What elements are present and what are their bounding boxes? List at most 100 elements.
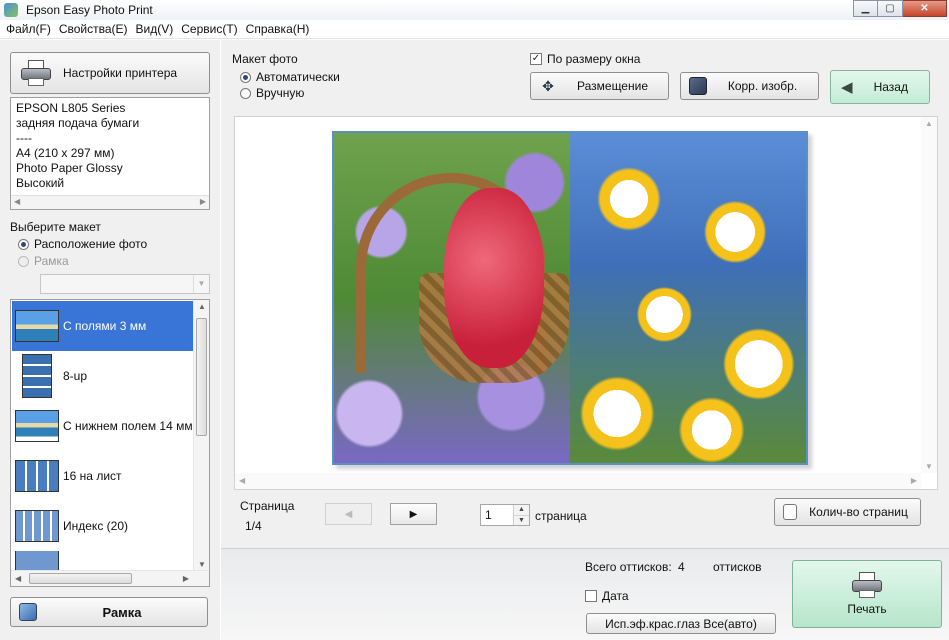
layout-thumbnail xyxy=(22,354,52,398)
layout-thumbnail xyxy=(15,551,59,571)
menu-tools[interactable]: Сервис(T) xyxy=(179,20,243,38)
bottom-panel: Всего оттисков: 4 оттисков Дата Исп.эф.к… xyxy=(221,548,949,640)
layout-thumbnail xyxy=(15,410,59,442)
frame-button-label: Рамка xyxy=(102,604,142,620)
printer-info-line: Высокий xyxy=(16,176,65,190)
page-number-spinner[interactable]: 1 ▲ ▼ xyxy=(480,504,530,526)
scroll-down-icon[interactable]: ▼ xyxy=(925,462,933,471)
printer-info-scrollbar[interactable]: ◀ ▶ xyxy=(11,195,209,209)
move-arrows-icon: ✥ xyxy=(542,78,554,94)
minimize-button[interactable]: ▁ xyxy=(853,0,878,17)
back-button[interactable]: ◀ Назад xyxy=(830,70,930,104)
correct-image-label: Корр. изобр. xyxy=(727,79,798,93)
menu-help[interactable]: Справка(H) xyxy=(244,20,316,38)
frame-select[interactable]: ▼ xyxy=(40,274,210,294)
close-icon: ✕ xyxy=(920,3,929,14)
printer-settings-button[interactable]: Настройки принтера xyxy=(10,52,210,94)
checkbox-box xyxy=(585,590,597,602)
layout-item-borders-3mm[interactable]: С полями 3 мм xyxy=(12,301,193,351)
preview-hscrollbar[interactable]: ◀ ▶ xyxy=(235,473,921,489)
scroll-left-icon[interactable]: ◀ xyxy=(14,197,20,206)
preview-vscrollbar[interactable]: ▲ ▼ xyxy=(921,117,937,473)
scroll-down-icon[interactable]: ▼ xyxy=(198,560,206,569)
next-page-button[interactable]: ▶ xyxy=(390,503,437,525)
radio-dot xyxy=(240,87,251,99)
layout-item-16-per-sheet[interactable]: 16 на лист xyxy=(12,451,193,501)
scroll-thumb[interactable] xyxy=(196,318,207,436)
layout-list[interactable]: С полями 3 мм 8-up С нижнем полем 14 мм … xyxy=(10,299,210,587)
printer-info-line: Photo Paper Glossy xyxy=(16,161,123,175)
radio-frame-label: Рамка xyxy=(34,254,69,268)
main-panel: Макет фото Автоматически Вручную ✓ По ра… xyxy=(221,40,949,548)
radio-dot xyxy=(18,238,29,250)
menu-file[interactable]: Файл(F) xyxy=(4,20,57,38)
maximize-icon: ▢ xyxy=(885,3,895,14)
print-button[interactable]: Печать xyxy=(792,560,942,628)
date-label: Дата xyxy=(602,589,629,603)
page-label: Страница xyxy=(240,499,295,513)
prev-arrow-icon: ◀ xyxy=(344,508,353,520)
fit-window-checkbox[interactable]: ✓ По размеру окна xyxy=(530,52,640,66)
select-layout-label: Выберите макет xyxy=(10,220,101,234)
radio-auto[interactable]: Автоматически xyxy=(240,70,340,84)
scroll-right-icon[interactable]: ▶ xyxy=(183,574,189,583)
scroll-right-icon[interactable]: ▶ xyxy=(911,476,917,485)
placement-button[interactable]: ✥ Размещение xyxy=(530,72,669,100)
layout-item-8up[interactable]: 8-up xyxy=(12,351,193,401)
correct-image-button[interactable]: Корр. изобр. xyxy=(680,72,819,100)
maximize-button[interactable]: ▢ xyxy=(878,0,903,17)
total-prints-unit: оттисков xyxy=(713,560,762,574)
printer-info-line: ---- xyxy=(16,131,32,145)
page-counter: 1/4 xyxy=(245,519,262,533)
spin-up-icon[interactable]: ▲ xyxy=(514,505,529,515)
photo-preview-page[interactable] xyxy=(332,131,808,465)
layout-thumbnail xyxy=(15,460,59,492)
scroll-thumb[interactable] xyxy=(29,573,132,584)
scroll-up-icon[interactable]: ▲ xyxy=(198,302,206,311)
layout-list-hscrollbar[interactable]: ◀ ▶ xyxy=(11,570,209,586)
radio-manual-label: Вручную xyxy=(256,86,305,100)
copies-button[interactable]: Колич-во страниц xyxy=(774,498,921,526)
redeye-button[interactable]: Исп.эф.крас.глаз Все(авто) xyxy=(586,613,776,634)
window-title: Epson Easy Photo Print xyxy=(26,3,153,17)
radio-manual[interactable]: Вручную xyxy=(240,86,304,100)
printer-info-line: A4 (210 x 297 мм) xyxy=(16,146,115,160)
layout-thumbnail xyxy=(15,510,59,542)
layout-item-label: Индекс (20) xyxy=(63,519,128,533)
total-prints-value: 4 xyxy=(678,560,685,574)
radio-photo-layout[interactable]: Расположение фото xyxy=(18,237,147,251)
prev-page-button[interactable]: ◀ xyxy=(325,503,372,525)
printer-info-box: EPSON L805 Series задняя подача бумаги -… xyxy=(10,97,210,210)
printer-icon xyxy=(852,572,882,598)
pages-icon xyxy=(783,504,797,520)
printer-info-line: EPSON L805 Series xyxy=(16,101,126,115)
photo-daisies[interactable] xyxy=(570,133,806,463)
frame-button[interactable]: Рамка xyxy=(10,597,208,627)
spin-down-icon[interactable]: ▼ xyxy=(514,515,529,525)
next-arrow-icon: ▶ xyxy=(409,508,418,520)
close-button[interactable]: ✕ xyxy=(903,0,947,17)
layout-list-vscrollbar[interactable]: ▲ ▼ xyxy=(193,300,209,571)
scroll-left-icon[interactable]: ◀ xyxy=(239,476,245,485)
layout-thumbnail xyxy=(15,310,59,342)
fit-window-label: По размеру окна xyxy=(547,52,641,66)
total-prints-label: Всего оттисков: xyxy=(585,560,672,574)
scroll-right-icon[interactable]: ▶ xyxy=(200,197,206,206)
print-label: Печать xyxy=(847,602,887,616)
photo-raspberry-basket[interactable] xyxy=(334,133,570,463)
page-suffix-label: страница xyxy=(535,509,587,523)
checkbox-box: ✓ xyxy=(530,53,542,65)
left-panel: Настройки принтера EPSON L805 Series зад… xyxy=(0,40,220,640)
menu-properties[interactable]: Свойства(E) xyxy=(57,20,134,38)
radio-frame[interactable]: Рамка xyxy=(18,254,69,268)
scroll-left-icon[interactable]: ◀ xyxy=(15,574,21,583)
menu-view[interactable]: Вид(V) xyxy=(134,20,180,38)
layout-item-index-20[interactable]: Индекс (20) xyxy=(12,501,193,551)
scroll-up-icon[interactable]: ▲ xyxy=(925,119,933,128)
layout-item-partial[interactable] xyxy=(12,551,193,571)
layout-item-bottom-margin[interactable]: С нижнем полем 14 мм xyxy=(12,401,193,451)
placement-label: Размещение xyxy=(577,79,648,93)
radio-photo-layout-label: Расположение фото xyxy=(34,237,148,251)
copies-label: Колич-во страниц xyxy=(809,505,908,519)
date-checkbox[interactable]: Дата xyxy=(585,589,629,603)
